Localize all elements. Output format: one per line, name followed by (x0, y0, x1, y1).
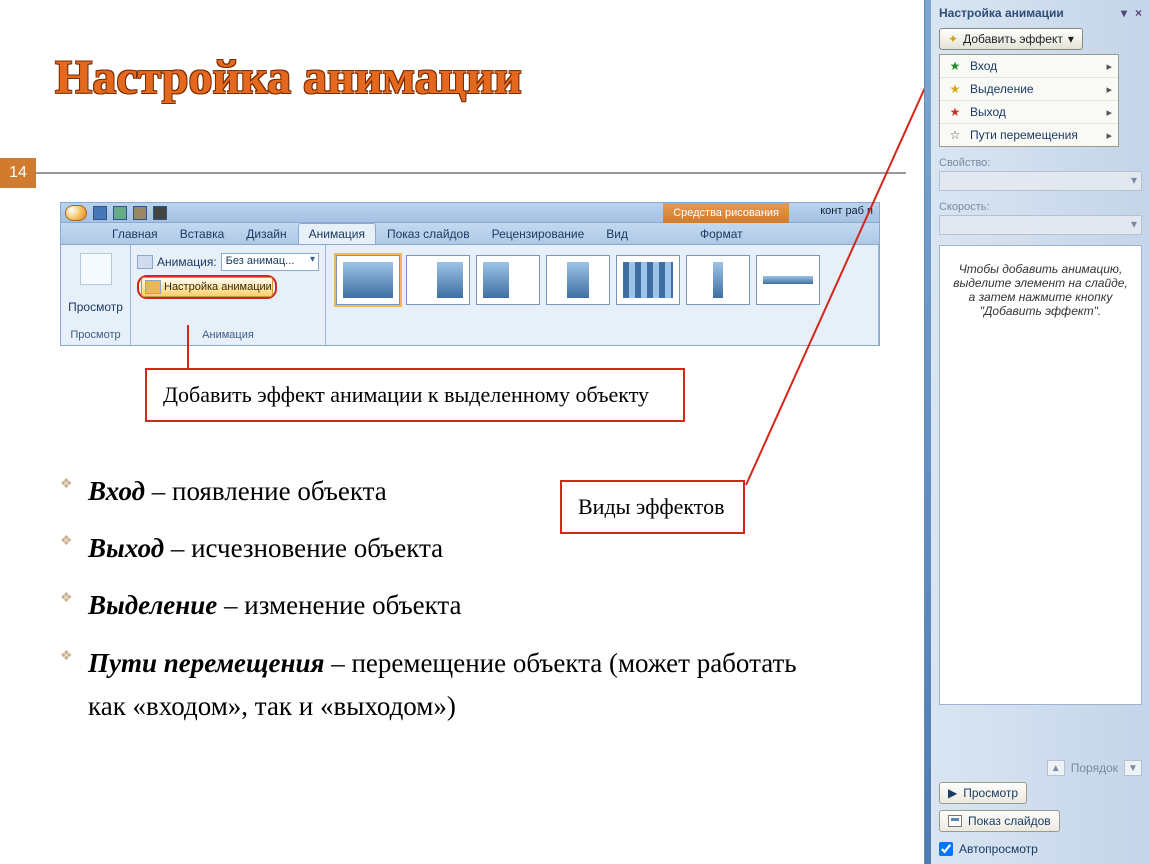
move-down-button[interactable]: ▼ (1124, 760, 1142, 776)
animate-dropdown[interactable]: Без анимац... (221, 253, 319, 271)
term: Выделение (88, 590, 217, 620)
custom-animation-button[interactable]: Настройка анимации (141, 277, 273, 297)
pane-preview-button-label: Просмотр (963, 786, 1018, 800)
tab-insert[interactable]: Вставка (169, 223, 236, 244)
transition-thumb[interactable] (546, 255, 610, 305)
group-preview: Просмотр Просмотр (61, 245, 131, 345)
group-label-animation: Анимация (137, 329, 319, 343)
list-item: Выделение – изменение объекта (60, 584, 800, 627)
tab-format[interactable]: Формат (689, 223, 754, 244)
tab-slideshow[interactable]: Показ слайдов (376, 223, 481, 244)
tab-home[interactable]: Главная (101, 223, 169, 244)
add-effect-button[interactable]: ✦ Добавить эффект ▾ (939, 28, 1083, 50)
tab-review[interactable]: Рецензирование (481, 223, 596, 244)
ribbon-screenshot: Средства рисования конт раб п Главная Вс… (60, 202, 880, 346)
animate-label: Анимация: (157, 255, 217, 269)
menu-item-label: Пути перемещения (970, 128, 1078, 142)
slide-title: Настройка анимации (55, 50, 522, 105)
pane-slideshow-button[interactable]: Показ слайдов (939, 810, 1060, 832)
pane-title-row: Настройка анимации ▾ × (939, 6, 1142, 20)
menu-item-label: Вход (970, 59, 997, 73)
pane-slideshow-button-label: Показ слайдов (968, 814, 1051, 828)
office-button-icon[interactable] (65, 205, 87, 221)
custom-animation-button-label: Настройка анимации (164, 281, 272, 293)
star-icon: ☆ (948, 128, 962, 142)
desc: – появление объекта (145, 476, 387, 506)
document-title-fragment: конт раб п (820, 205, 873, 217)
highlight-circle: Настройка анимации (137, 275, 277, 299)
transition-thumb[interactable] (686, 255, 750, 305)
animation-task-pane: Настройка анимации ▾ × ✦ Добавить эффект… (924, 0, 1150, 864)
ribbon-tabs: Главная Вставка Дизайн Анимация Показ сл… (61, 223, 879, 245)
group-transitions-gallery (326, 245, 879, 345)
slideshow-icon (948, 815, 962, 827)
contextual-tab-tools: Средства рисования (663, 203, 789, 223)
term: Пути перемещения (88, 648, 324, 678)
qat-undo-icon[interactable] (113, 206, 127, 220)
group-label-preview: Просмотр (70, 329, 120, 343)
menu-item-motionpath[interactable]: ☆ Пути перемещения (940, 123, 1118, 146)
transition-thumb[interactable] (406, 255, 470, 305)
menu-item-label: Выделение (970, 82, 1034, 96)
autopreview-label: Автопросмотр (959, 842, 1038, 856)
tab-animation[interactable]: Анимация (298, 223, 376, 244)
property-label: Свойство: (939, 157, 1142, 169)
speed-label: Скорость: (939, 201, 1142, 213)
add-effect-button-label: Добавить эффект (963, 32, 1063, 46)
autopreview-checkbox[interactable] (939, 842, 953, 856)
group-animation: Анимация: Без анимац... Настройка анимац… (131, 245, 326, 345)
transition-thumb[interactable] (476, 255, 540, 305)
order-label: Порядок (1071, 761, 1118, 775)
transition-thumb[interactable] (616, 255, 680, 305)
transition-thumb[interactable] (756, 255, 820, 305)
ribbon-body: Просмотр Просмотр Анимация: Без анимац..… (61, 245, 879, 345)
list-item: Вход – появление объекта (60, 470, 800, 513)
callout-add-effect: Добавить эффект анимации к выделенному о… (145, 368, 685, 422)
animate-icon (137, 255, 153, 269)
star-icon: ✦ (948, 32, 958, 46)
slide-number-badge: 14 (0, 158, 36, 188)
qat-redo-icon[interactable] (133, 206, 147, 220)
transition-thumb[interactable] (336, 255, 400, 305)
desc: – изменение объекта (217, 590, 461, 620)
play-icon: ▶ (948, 786, 957, 800)
tab-design[interactable]: Дизайн (235, 223, 297, 244)
gear-star-icon (145, 280, 161, 294)
qat-item-icon[interactable] (153, 206, 167, 220)
star-icon: ★ (948, 82, 962, 96)
chevron-down-icon: ▾ (1068, 32, 1074, 46)
reorder-row: ▲ Порядок ▼ (939, 760, 1142, 776)
desc: – исчезновение объекта (164, 533, 443, 563)
effects-list-placeholder: Чтобы добавить анимацию, выделите элемен… (939, 245, 1142, 705)
speed-dropdown-disabled (939, 215, 1142, 235)
property-dropdown-disabled (939, 171, 1142, 191)
tab-view[interactable]: Вид (595, 223, 639, 244)
qat-save-icon[interactable] (93, 206, 107, 220)
list-item: Выход – исчезновение объекта (60, 527, 800, 570)
menu-item-entrance[interactable]: ★ Вход (940, 55, 1118, 77)
star-icon: ★ (948, 105, 962, 119)
preview-button-icon[interactable] (80, 253, 112, 285)
preview-button-label: Просмотр (68, 300, 123, 314)
menu-item-emphasis[interactable]: ★ Выделение (940, 77, 1118, 100)
star-icon: ★ (948, 59, 962, 73)
title-rule (36, 172, 906, 174)
pane-preview-button[interactable]: ▶ Просмотр (939, 782, 1027, 804)
effect-type-menu: ★ Вход ★ Выделение ★ Выход ☆ Пути перемещени… (939, 54, 1119, 147)
autopreview-checkbox-row[interactable]: Автопросмотр (939, 842, 1142, 856)
menu-item-exit[interactable]: ★ Выход (940, 100, 1118, 123)
pane-title: Настройка анимации (939, 6, 1064, 20)
ribbon-titlebar: Средства рисования конт раб п (61, 203, 879, 223)
term: Выход (88, 533, 164, 563)
menu-item-label: Выход (970, 105, 1006, 119)
close-icon[interactable]: × (1135, 6, 1142, 20)
move-up-button[interactable]: ▲ (1047, 760, 1065, 776)
effect-definitions-list: Вход – появление объекта Выход – исчезно… (60, 470, 800, 742)
pane-menu-icon[interactable]: ▾ (1121, 6, 1127, 20)
term: Вход (88, 476, 145, 506)
list-item: Пути перемещения – перемещение объекта (… (60, 642, 800, 728)
